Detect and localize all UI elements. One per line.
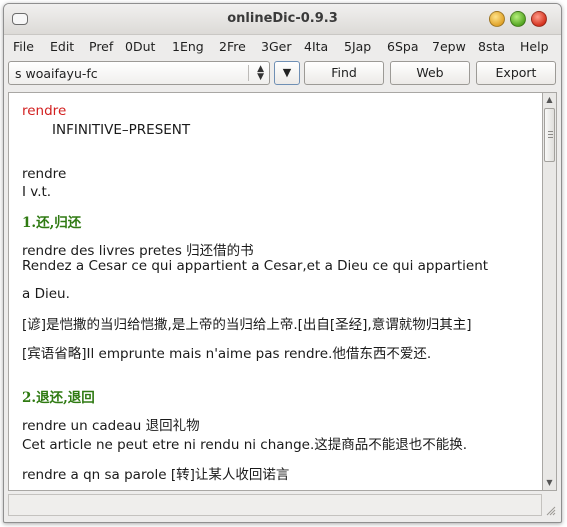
find-button[interactable]: Find bbox=[304, 61, 384, 85]
title-bar[interactable]: onlineDic-0.9.3 bbox=[4, 4, 561, 35]
toolbar: s woaifayu-fc ▲ ▼ ▼ Find Web Export bbox=[4, 57, 561, 89]
menu-spa[interactable]: 6Spa bbox=[387, 39, 418, 54]
menu-ita[interactable]: 4Ita bbox=[304, 39, 328, 54]
menu-file[interactable]: File bbox=[13, 39, 34, 54]
scroll-thumb[interactable] bbox=[544, 108, 555, 162]
example-line: a Dieu. bbox=[22, 286, 70, 302]
menu-help[interactable]: Help bbox=[520, 39, 549, 54]
menu-edit[interactable]: Edit bbox=[50, 39, 74, 54]
resize-grip-icon[interactable] bbox=[544, 504, 556, 516]
chevron-down-icon: ▼ bbox=[282, 66, 292, 79]
window-title: onlineDic-0.9.3 bbox=[227, 11, 338, 26]
example-line: rendre un cadeau 退回礼物 bbox=[22, 418, 200, 434]
export-button[interactable]: Export bbox=[476, 61, 556, 85]
web-button[interactable]: Web bbox=[390, 61, 470, 85]
example-line: rendre a qn sa parole [转]让某人收回诺言 bbox=[22, 467, 290, 483]
updown-arrows-icon: ▲ ▼ bbox=[257, 64, 264, 82]
sense-heading-1: 1.还,归还 bbox=[22, 215, 82, 231]
status-bar bbox=[8, 494, 542, 516]
close-icon[interactable] bbox=[531, 11, 547, 27]
dictionary-combo-value: s woaifayu-fc bbox=[15, 66, 98, 81]
example-line: Rendez a Cesar ce qui appartient a Cesar… bbox=[22, 258, 489, 274]
sense-heading-2: 2.退还,退回 bbox=[22, 390, 95, 406]
example-line: [宾语省略]Il emprunte mais n'aime pas rendre… bbox=[22, 346, 432, 362]
menu-sta[interactable]: 8sta bbox=[478, 39, 505, 54]
maximize-icon[interactable] bbox=[510, 11, 526, 27]
part-of-speech: I v.t. bbox=[22, 184, 52, 200]
example-line: rendre des livres pretes 归还借的书 bbox=[22, 243, 254, 259]
example-line: Cet article ne peut etre ni rendu ni cha… bbox=[22, 437, 468, 453]
menu-ger[interactable]: 3Ger bbox=[261, 39, 291, 54]
headword-repeat: rendre bbox=[22, 166, 67, 182]
minimize-icon[interactable] bbox=[489, 11, 505, 27]
example-line: [谚]是恺撒的当归给恺撒,是上帝的当归给上帝.[出自[圣经],意谓就物归其主] bbox=[22, 317, 472, 333]
inflection-form: INFINITIVE–PRESENT bbox=[52, 122, 191, 138]
app-window: onlineDic-0.9.3 File Edit Pref 0Dut 1Eng… bbox=[3, 3, 562, 523]
dictionary-combo[interactable]: s woaifayu-fc ▲ ▼ bbox=[8, 61, 270, 85]
scroll-up-icon[interactable]: ▲ bbox=[543, 93, 556, 107]
definition-text-area[interactable]: rendre INFINITIVE–PRESENT rendre I v.t. … bbox=[8, 92, 542, 491]
menu-eng[interactable]: 1Eng bbox=[172, 39, 204, 54]
menu-jap[interactable]: 5Jap bbox=[344, 39, 371, 54]
menu-dut[interactable]: 0Dut bbox=[125, 39, 155, 54]
dropdown-button[interactable]: ▼ bbox=[274, 61, 300, 85]
menu-fre[interactable]: 2Fre bbox=[219, 39, 246, 54]
menu-bar: File Edit Pref 0Dut 1Eng 2Fre 3Ger 4Ita … bbox=[4, 35, 561, 57]
menu-pref[interactable]: Pref bbox=[89, 39, 113, 54]
menu-epw[interactable]: 7epw bbox=[432, 39, 466, 54]
scroll-down-icon[interactable]: ▼ bbox=[543, 476, 556, 490]
vertical-scrollbar[interactable]: ▲ ▼ bbox=[542, 92, 557, 491]
headword: rendre bbox=[22, 103, 67, 119]
